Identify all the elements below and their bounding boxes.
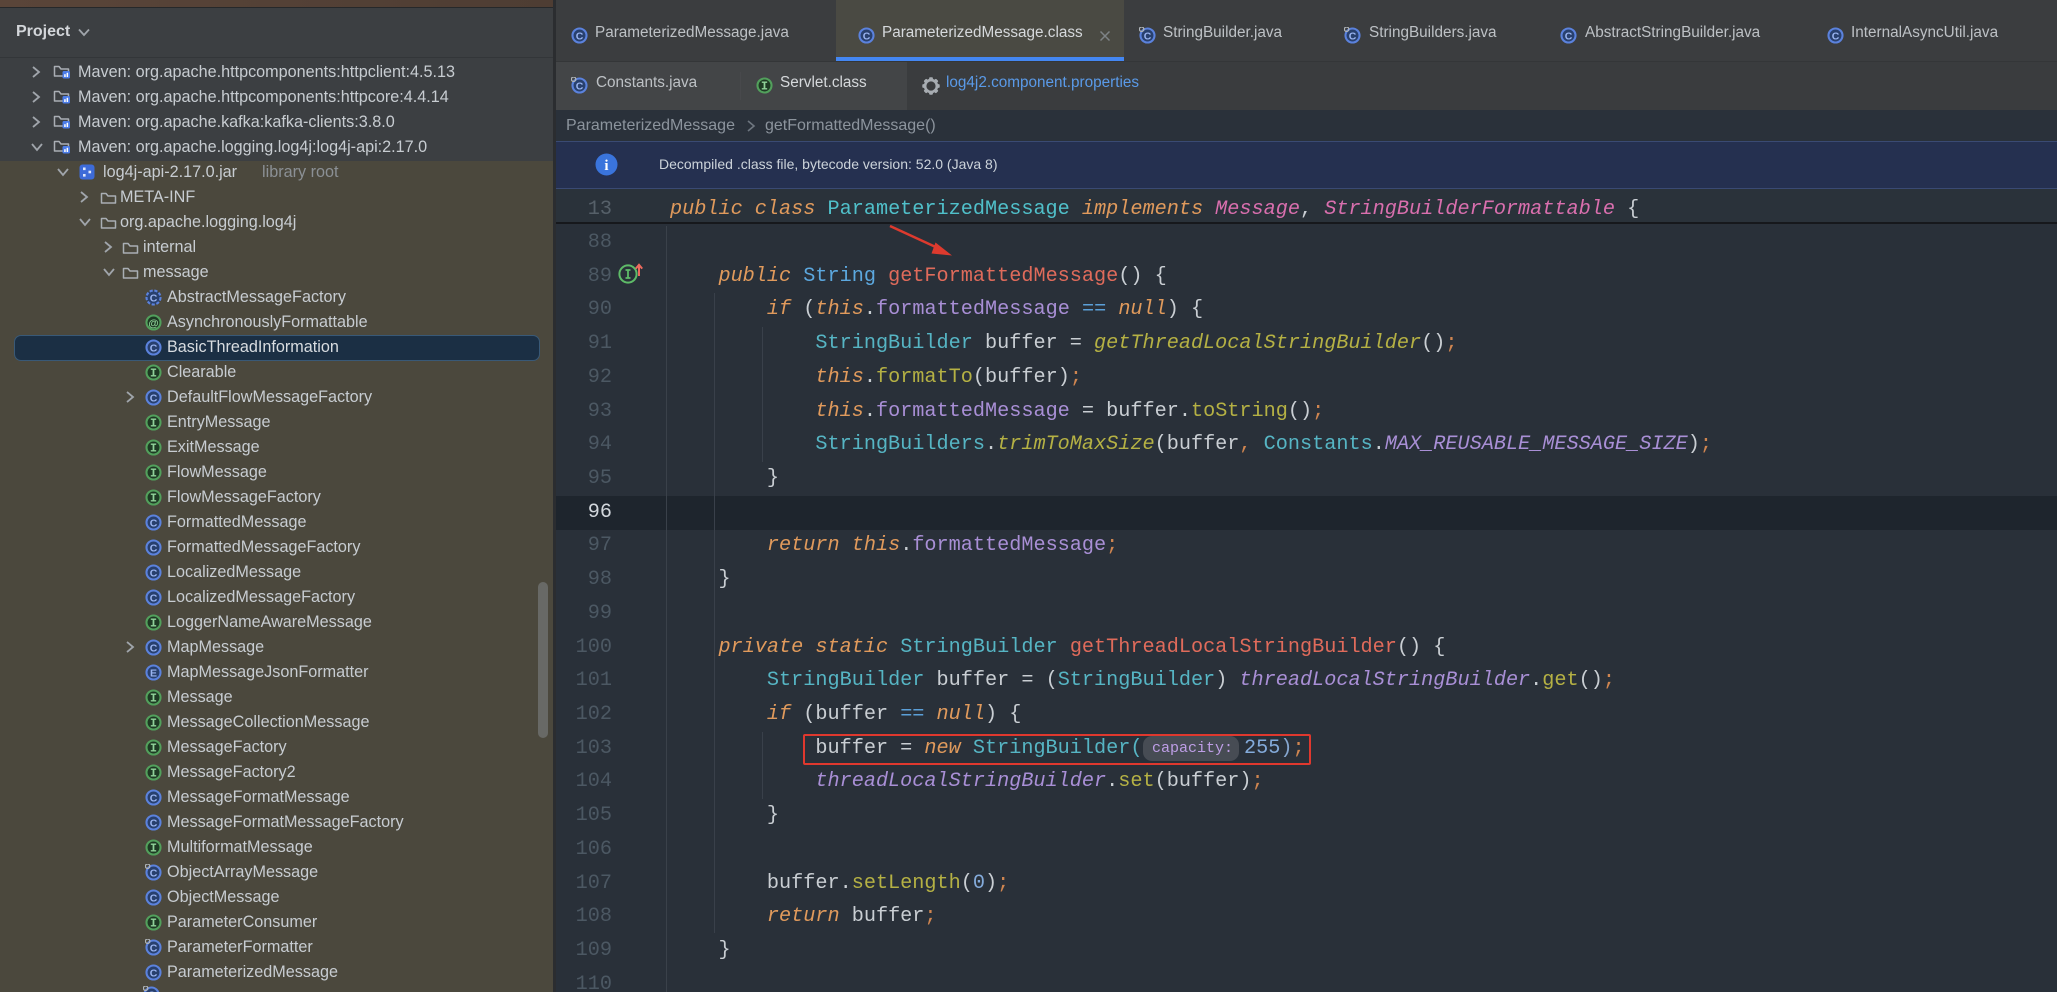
svg-text:I: I (150, 417, 157, 431)
svg-text:I: I (150, 917, 157, 931)
svg-text:I: I (761, 80, 768, 94)
svg-text:C: C (1144, 31, 1152, 43)
svg-text:C: C (150, 518, 158, 530)
svg-text:I: I (150, 717, 157, 731)
svg-text:C: C (150, 968, 158, 980)
svg-text:I: I (150, 492, 157, 506)
svg-text:I: I (150, 467, 157, 481)
svg-text:C: C (150, 593, 158, 605)
svg-text:C: C (150, 793, 158, 805)
svg-text:I: I (150, 367, 157, 381)
svg-text:I: I (150, 692, 157, 706)
svg-text:I: I (150, 767, 157, 781)
svg-text:C: C (1565, 31, 1573, 43)
svg-text:C: C (150, 643, 158, 655)
svg-text:C: C (150, 543, 158, 555)
svg-text:I: I (150, 742, 157, 756)
svg-text:C: C (150, 343, 158, 355)
svg-text:C: C (576, 31, 584, 43)
svg-text:C: C (150, 568, 158, 580)
svg-text:I: I (150, 442, 157, 456)
svg-text:C: C (150, 293, 158, 305)
svg-text:C: C (150, 818, 158, 830)
svg-text:C: C (150, 943, 158, 955)
svg-text:C: C (1832, 31, 1840, 43)
svg-text:C: C (150, 893, 158, 905)
svg-text:i: i (604, 158, 608, 174)
svg-text:I: I (150, 617, 157, 631)
svg-text:C: C (150, 393, 158, 405)
svg-text:C: C (576, 81, 584, 93)
svg-text:C: C (150, 868, 158, 880)
svg-text:I: I (150, 842, 157, 856)
svg-text:E: E (150, 668, 157, 680)
svg-text:@: @ (148, 318, 158, 330)
svg-text:C: C (863, 31, 871, 43)
svg-text:C: C (1349, 31, 1357, 43)
